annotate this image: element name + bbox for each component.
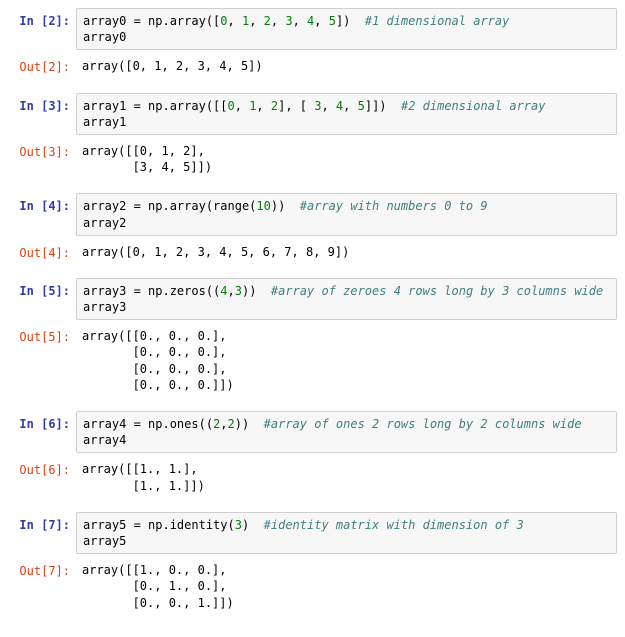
input-prompt: In [7]: [8,512,76,554]
input-prompt: In [6]: [8,411,76,453]
code-area[interactable]: array5 = np.identity(3) #identity matrix… [76,512,617,554]
output-area: array([[0., 0., 0.], [0., 0., 0.], [0., … [76,324,617,397]
input-prompt: In [5]: [8,278,76,320]
output-area: array([0, 1, 2, 3, 4, 5]) [76,54,617,78]
input-prompt: In [4]: [8,193,76,235]
output-cell: Out[6]:array([[1., 1.], [1., 1.]]) [8,457,617,497]
output-prompt: Out[2]: [8,54,76,78]
input-cell: In [4]:array2 = np.array(range(10)) #arr… [8,193,617,235]
notebook-view: In [2]:array0 = np.array([0, 1, 2, 3, 4,… [8,8,617,615]
input-prompt: In [2]: [8,8,76,50]
cell-pair: In [5]:array3 = np.zeros((4,3)) #array o… [8,278,617,397]
input-cell: In [5]:array3 = np.zeros((4,3)) #array o… [8,278,617,320]
output-cell: Out[5]:array([[0., 0., 0.], [0., 0., 0.]… [8,324,617,397]
input-prompt: In [3]: [8,93,76,135]
input-cell: In [7]:array5 = np.identity(3) #identity… [8,512,617,554]
code-area[interactable]: array1 = np.array([[0, 1, 2], [ 3, 4, 5]… [76,93,617,135]
output-area: array([[1., 1.], [1., 1.]]) [76,457,617,497]
output-prompt: Out[4]: [8,240,76,264]
code-area[interactable]: array4 = np.ones((2,2)) #array of ones 2… [76,411,617,453]
output-area: array([[1., 0., 0.], [0., 1., 0.], [0., … [76,558,617,615]
output-cell: Out[4]:array([0, 1, 2, 3, 4, 5, 6, 7, 8,… [8,240,617,264]
output-prompt: Out[6]: [8,457,76,497]
output-prompt: Out[7]: [8,558,76,615]
cell-pair: In [6]:array4 = np.ones((2,2)) #array of… [8,411,617,498]
output-area: array([[0, 1, 2], [3, 4, 5]]) [76,139,617,179]
output-cell: Out[3]:array([[0, 1, 2], [3, 4, 5]]) [8,139,617,179]
input-cell: In [3]:array1 = np.array([[0, 1, 2], [ 3… [8,93,617,135]
cell-pair: In [7]:array5 = np.identity(3) #identity… [8,512,617,615]
input-cell: In [6]:array4 = np.ones((2,2)) #array of… [8,411,617,453]
code-area[interactable]: array0 = np.array([0, 1, 2, 3, 4, 5]) #1… [76,8,617,50]
output-cell: Out[2]:array([0, 1, 2, 3, 4, 5]) [8,54,617,78]
output-cell: Out[7]:array([[1., 0., 0.], [0., 1., 0.]… [8,558,617,615]
output-prompt: Out[3]: [8,139,76,179]
input-cell: In [2]:array0 = np.array([0, 1, 2, 3, 4,… [8,8,617,50]
output-area: array([0, 1, 2, 3, 4, 5, 6, 7, 8, 9]) [76,240,617,264]
output-prompt: Out[5]: [8,324,76,397]
code-area[interactable]: array3 = np.zeros((4,3)) #array of zeroe… [76,278,617,320]
code-area[interactable]: array2 = np.array(range(10)) #array with… [76,193,617,235]
cell-pair: In [3]:array1 = np.array([[0, 1, 2], [ 3… [8,93,617,180]
cell-pair: In [4]:array2 = np.array(range(10)) #arr… [8,193,617,264]
cell-pair: In [2]:array0 = np.array([0, 1, 2, 3, 4,… [8,8,617,79]
